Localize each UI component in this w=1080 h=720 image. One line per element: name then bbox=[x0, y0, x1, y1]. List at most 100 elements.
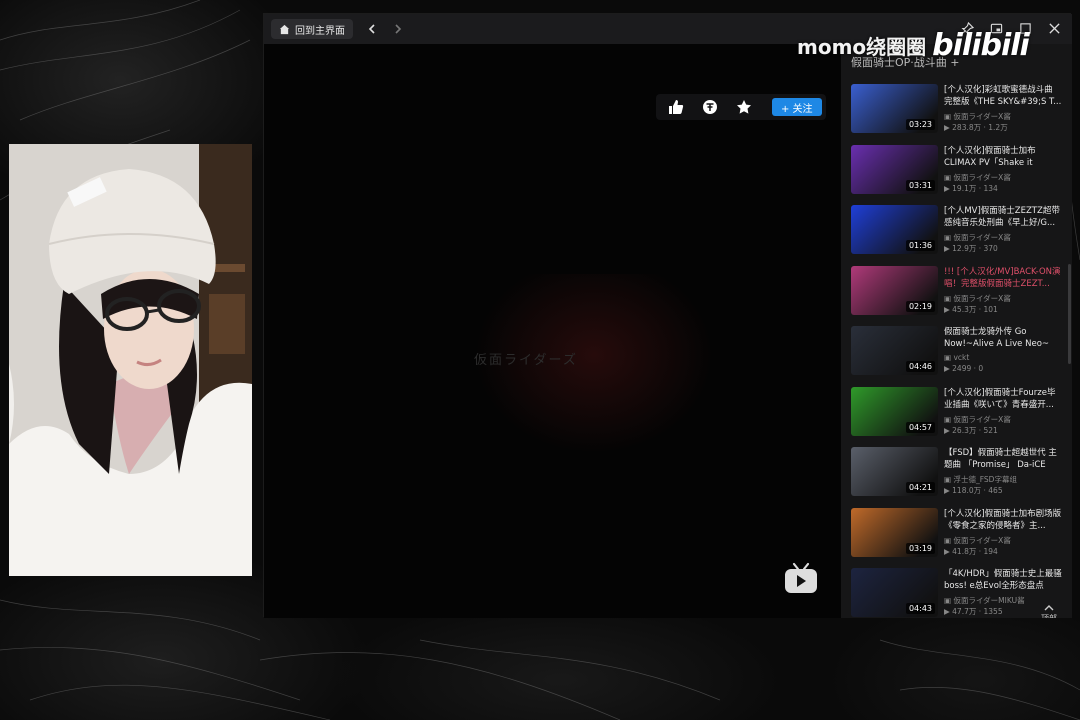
video-stats: ▶ 12.9万 · 370 bbox=[944, 243, 998, 254]
video-duration: 02:19 bbox=[905, 300, 935, 312]
video-stats: ▶ 47.7万 · 1355 bbox=[944, 606, 1003, 617]
video-thumbnail[interactable]: 04:57 bbox=[851, 386, 938, 436]
list-item[interactable]: 04:57 [个人汉化]假面骑士Fourze毕业插曲《咲いて》青春盛开... ▣ 仮… bbox=[851, 386, 1066, 443]
video-title[interactable]: [个人MV]假面骑士ZEZTZ超带感纯音乐处刑曲《早上好/G... bbox=[944, 205, 1062, 229]
video-uploader[interactable]: ▣ 浮士德_FSD字幕组 bbox=[944, 474, 1017, 485]
list-item[interactable]: 03:23 [个人汉化]彩虹歌蜜德战斗曲 完整版《THE SKY&#39;S T.… bbox=[851, 84, 1066, 140]
video-stats: ▶ 19.1万 · 134 bbox=[944, 183, 998, 194]
webcam-feed bbox=[9, 144, 252, 576]
sidebar-scrollbar[interactable] bbox=[1068, 264, 1071, 364]
video-uploader[interactable]: ▣ vckt bbox=[944, 353, 969, 362]
video-uploader[interactable]: ▣ 仮面ライダーMIKU酱 bbox=[944, 595, 1025, 606]
video-thumbnail[interactable]: 03:23 bbox=[851, 84, 938, 133]
video-area[interactable]: 仮面ライダーズ + 关注 bbox=[264, 44, 841, 618]
stage-text: 仮面ライダーズ bbox=[474, 353, 578, 368]
play-count-icon: ▶ bbox=[944, 486, 953, 495]
video-stats: ▶ 41.8万 · 194 bbox=[944, 546, 998, 557]
video-uploader[interactable]: ▣ 仮面ライダーX酱 bbox=[944, 111, 1011, 122]
watermark-channel-name: momo绕圈圈 bbox=[797, 35, 927, 59]
uploader-name: 仮面ライダーX酱 bbox=[953, 112, 1011, 121]
video-stats-text: 26.3万 · 521 bbox=[952, 425, 998, 435]
uploader-name: 仮面ライダーX酱 bbox=[953, 293, 1011, 303]
video-title[interactable]: [个人汉化]假面骑士加布剧场版《零食之家的侵略者》主... bbox=[944, 508, 1062, 532]
video-thumbnail[interactable]: 03:19 bbox=[851, 507, 938, 557]
related-videos-sidebar: 假面骑士OP·战斗曲 + 03:23 [个人汉化]彩虹歌蜜德战斗曲 完整版《THE… bbox=[841, 44, 1072, 618]
back-to-top-button[interactable]: 顶部 bbox=[1041, 604, 1057, 618]
arrow-up-icon bbox=[1044, 605, 1054, 611]
video-stats: ▶ 2499 · 0 bbox=[944, 364, 983, 373]
back-to-top-label: 顶部 bbox=[1041, 614, 1057, 618]
video-thumbnail[interactable]: 04:21 bbox=[851, 447, 938, 496]
video-stats-text: 2499 · 0 bbox=[952, 364, 984, 373]
video-thumbnail[interactable]: 04:46 bbox=[851, 326, 938, 375]
video-uploader[interactable]: ▣ 仮面ライダーX酱 bbox=[944, 535, 1011, 546]
coin-icon[interactable] bbox=[700, 97, 720, 117]
video-uploader[interactable]: ▣ 仮面ライダーX酱 bbox=[944, 293, 1011, 304]
video-thumbnail[interactable]: 04:43 bbox=[851, 568, 938, 617]
uploader-name: 仮面ライダーX酱 bbox=[953, 414, 1011, 424]
video-uploader[interactable]: ▣ 仮面ライダーX酱 bbox=[944, 172, 1011, 183]
list-item[interactable]: 04:43 「4K/HDR」假面骑士史上最骚boss! e总Evol全形态盘点 ▣ … bbox=[851, 568, 1066, 618]
video-title[interactable]: 【FSD】假面骑士超越世代 主题曲 「Promise」 Da-iCE演... bbox=[944, 447, 1062, 471]
video-thumbnail[interactable]: 02:19 bbox=[851, 265, 938, 315]
play-count-icon: ▶ bbox=[944, 304, 953, 314]
video-title[interactable]: 「4K/HDR」假面骑士史上最骚boss! e总Evol全形态盘点 bbox=[944, 568, 1062, 592]
uploader-name: 浮士德_FSD字幕组 bbox=[953, 475, 1017, 484]
like-icon[interactable] bbox=[666, 97, 686, 117]
video-stats: ▶ 283.8万 · 1.2万 bbox=[944, 122, 1008, 133]
play-count-icon: ▶ bbox=[944, 364, 953, 373]
play-count-icon: ▶ bbox=[944, 244, 953, 253]
play-count-icon: ▶ bbox=[944, 607, 953, 616]
video-stats: ▶ 118.0万 · 465 bbox=[944, 485, 1003, 496]
uploader-name: 仮面ライダーX酱 bbox=[953, 535, 1011, 545]
follow-button[interactable]: + 关注 bbox=[772, 98, 822, 116]
bilibili-tv-icon[interactable] bbox=[784, 562, 818, 594]
channel-watermark: momo绕圈圈 bilibili bbox=[797, 28, 1030, 63]
list-item[interactable]: 02:19 !!! [个人汉化/MV]BACK-ON演唱！完整版假面骑士ZEZT.… bbox=[851, 265, 1066, 322]
favorite-star-icon[interactable] bbox=[734, 97, 754, 117]
video-title[interactable]: !!! [个人汉化/MV]BACK-ON演唱！完整版假面骑士ZEZT... bbox=[944, 266, 1062, 290]
video-duration: 04:57 bbox=[905, 421, 935, 433]
video-title[interactable]: [个人汉化]假面骑士Fourze毕业插曲《咲いて》青春盛开... bbox=[944, 387, 1062, 411]
video-stats-text: 19.1万 · 134 bbox=[952, 183, 998, 193]
home-button[interactable]: 回到主界面 bbox=[271, 19, 353, 39]
bilibili-logo: bilibili bbox=[932, 28, 1030, 63]
uploader-name: 仮面ライダーX酱 bbox=[953, 233, 1011, 242]
list-item[interactable]: 04:46 假面骑士龙骑外传 Go Now!~Alive A Live Neo~ … bbox=[851, 326, 1066, 382]
video-player-window: 回到主界面 仮面ライダーズ + 关注 假面骑士OP·战斗曲 + 03:23 [个… bbox=[263, 13, 1072, 618]
forward-arrow-icon[interactable] bbox=[391, 22, 405, 36]
home-button-label: 回到主界面 bbox=[295, 25, 345, 37]
video-duration: 03:31 bbox=[905, 179, 935, 191]
video-stats-text: 45.3万 · 101 bbox=[952, 304, 998, 314]
video-stats-text: 12.9万 · 370 bbox=[952, 244, 998, 253]
video-thumbnail[interactable]: 03:31 bbox=[851, 144, 938, 194]
play-count-icon: ▶ bbox=[944, 123, 953, 132]
video-action-bar: + 关注 bbox=[656, 94, 826, 120]
play-count-icon: ▶ bbox=[944, 425, 953, 435]
list-item[interactable]: 01:36 [个人MV]假面骑士ZEZTZ超带感纯音乐处刑曲《早上好/G... ▣ … bbox=[851, 205, 1066, 261]
video-stats-text: 47.7万 · 1355 bbox=[952, 607, 1003, 616]
video-title[interactable]: [个人汉化]彩虹歌蜜德战斗曲 完整版《THE SKY&#39;S T... bbox=[944, 84, 1062, 108]
list-item[interactable]: 03:19 [个人汉化]假面骑士加布剧场版《零食之家的侵略者》主... ▣ 仮面ライ… bbox=[851, 507, 1066, 564]
uploader-name: 仮面ライダーMIKU酱 bbox=[953, 596, 1025, 605]
video-title[interactable]: 假面骑士龙骑外传 Go Now!~Alive A Live Neo~ MV bbox=[944, 326, 1062, 350]
list-item[interactable]: 04:21 【FSD】假面骑士超越世代 主题曲 「Promise」 Da-iCE演… bbox=[851, 447, 1066, 503]
video-uploader[interactable]: ▣ 仮面ライダーX酱 bbox=[944, 232, 1011, 243]
list-item[interactable]: 03:31 [个人汉化]假面骑士加布 CLIMAX PV「Shake it off… bbox=[851, 144, 1066, 201]
uploader-name: 仮面ライダーX酱 bbox=[953, 172, 1011, 182]
video-stats: ▶ 45.3万 · 101 bbox=[944, 304, 998, 315]
video-duration: 03:23 bbox=[905, 119, 935, 130]
video-stats-text: 41.8万 · 194 bbox=[952, 546, 998, 556]
home-icon bbox=[279, 24, 290, 34]
video-stats-text: 118.0万 · 465 bbox=[952, 486, 1003, 495]
play-count-icon: ▶ bbox=[944, 546, 953, 556]
close-icon[interactable] bbox=[1047, 21, 1062, 36]
video-duration: 04:43 bbox=[905, 603, 935, 614]
video-thumbnail[interactable]: 01:36 bbox=[851, 205, 938, 254]
video-uploader[interactable]: ▣ 仮面ライダーX酱 bbox=[944, 414, 1011, 425]
video-stats: ▶ 26.3万 · 521 bbox=[944, 425, 998, 436]
video-duration: 03:19 bbox=[905, 542, 935, 554]
video-title[interactable]: [个人汉化]假面骑士加布 CLIMAX PV「Shake it off」！ 总.… bbox=[944, 145, 1062, 169]
video-stats-text: 283.8万 · 1.2万 bbox=[952, 123, 1008, 132]
back-arrow-icon[interactable] bbox=[365, 22, 379, 36]
